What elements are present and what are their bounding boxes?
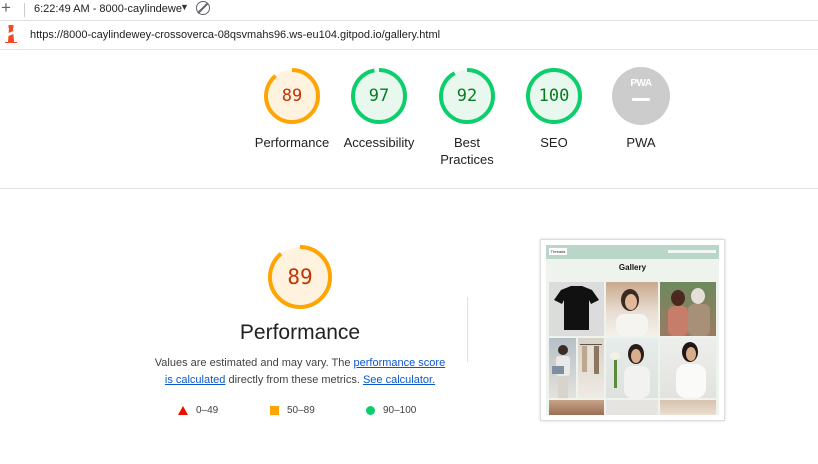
- gauge-accessibility[interactable]: 97 Accessibility: [329, 66, 429, 151]
- legend-pass: 90–100: [366, 405, 416, 416]
- gauge-performance[interactable]: 89 Performance: [242, 66, 342, 151]
- devtools-toolbar: + 6:22:49 AM - 8000-caylindewe ▼: [0, 0, 818, 21]
- gauge-accessibility-score: 97: [368, 86, 390, 106]
- two-women-image: [668, 288, 710, 336]
- report-url-bar: https://8000-caylindewey-crossoverca-08q…: [0, 21, 818, 50]
- tshirt-image: [554, 286, 599, 330]
- gauge-performance-ring: 89: [262, 66, 322, 126]
- gauge-best-practices-ring: 92: [437, 66, 497, 126]
- perf-desc-prefix: Values are estimated and may vary. The: [154, 357, 354, 369]
- gauge-best-practices[interactable]: 92 Best Practices: [417, 66, 517, 168]
- legend-average-range: 50–89: [287, 405, 315, 416]
- gallery-tile: [660, 338, 716, 398]
- lighthouse-logo-icon: [5, 25, 17, 43]
- pwa-dash-icon: [632, 98, 650, 101]
- person-laptop-image: [552, 345, 570, 398]
- pwa-badge-text: PWA: [630, 78, 652, 89]
- gauge-performance-score: 89: [281, 86, 303, 106]
- see-calculator-link[interactable]: See calculator.: [363, 374, 435, 386]
- legend-fail: 0–49: [178, 405, 218, 416]
- woman-white-shirt-image: [676, 342, 706, 398]
- section-divider: [0, 188, 818, 189]
- woman-flowers-image: [610, 344, 650, 398]
- thumbnail-title: Gallery: [618, 263, 647, 272]
- gauge-seo-score: 100: [538, 86, 570, 106]
- gauge-best-practices-score: 92: [456, 86, 478, 106]
- gauge-seo-label: SEO: [540, 135, 568, 150]
- performance-description: Values are estimated and may vary. The p…: [150, 355, 450, 389]
- audited-url-link[interactable]: https://8000-caylindewey-crossoverca-08q…: [30, 29, 440, 41]
- legend-pass-range: 90–100: [383, 405, 417, 416]
- clothes-rack-image: [580, 344, 602, 374]
- gauge-seo[interactable]: 100 SEO: [504, 66, 604, 151]
- gauge-accessibility-ring: 97: [349, 66, 409, 126]
- report-timestamp-select[interactable]: 6:22:49 AM - 8000-caylindewe: [34, 3, 182, 15]
- gallery-tile: [606, 400, 658, 415]
- gauge-pwa-badge: PWA: [611, 66, 671, 126]
- gallery-tile: [660, 282, 716, 336]
- toolbar-separator: [24, 3, 25, 17]
- gauge-pwa-label: PWA: [626, 135, 656, 150]
- gallery-tile: [606, 338, 658, 398]
- triangle-icon: [178, 405, 188, 415]
- circle-icon: [366, 405, 375, 415]
- gallery-tile: [606, 282, 658, 336]
- chevron-down-icon[interactable]: ▼: [180, 2, 189, 12]
- portrait-image: [616, 289, 648, 336]
- gallery-tile: [549, 282, 604, 336]
- performance-main-score: 89: [287, 265, 313, 289]
- gallery-tile: [660, 400, 716, 415]
- final-screenshot-thumbnail[interactable]: Threads Gallery: [540, 239, 725, 421]
- gallery-tile: [578, 338, 604, 398]
- plus-icon[interactable]: +: [1, 0, 11, 18]
- thumbnail-brand: Threads: [549, 248, 567, 255]
- gallery-tile: [549, 338, 576, 398]
- gallery-tile: [549, 400, 604, 415]
- gauge-pwa[interactable]: PWA PWA: [591, 66, 691, 151]
- thumbnail-navbar: Threads: [546, 245, 719, 259]
- gauge-best-practices-label: Best Practices: [440, 135, 494, 167]
- thumbnail-nav-links: [668, 250, 716, 253]
- gauge-seo-ring: 100: [524, 66, 584, 126]
- performance-main-gauge: 89: [267, 244, 333, 310]
- perf-desc-middle: directly from these metrics.: [225, 374, 363, 386]
- thumbnail-page: Threads Gallery: [546, 245, 719, 415]
- performance-title: Performance: [239, 321, 361, 344]
- clear-block-icon[interactable]: [196, 1, 210, 15]
- gauge-performance-label: Performance: [254, 135, 330, 150]
- pwa-badge-icon: [612, 67, 670, 125]
- square-icon: [270, 405, 279, 415]
- gauge-accessibility-label: Accessibility: [343, 135, 415, 150]
- legend-average: 50–89: [270, 405, 315, 416]
- legend-fail-range: 0–49: [196, 405, 219, 416]
- vertical-divider: [467, 297, 468, 362]
